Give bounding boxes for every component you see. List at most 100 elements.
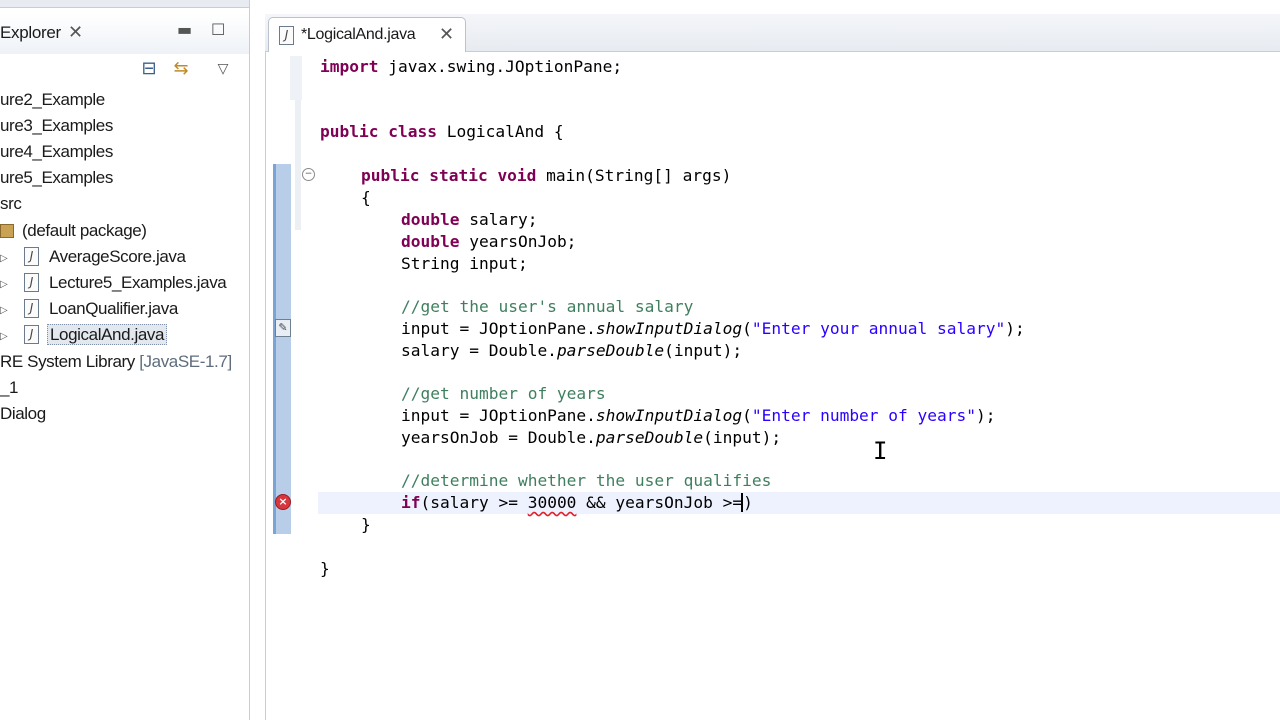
expand-arrow-icon[interactable]: ▷ bbox=[0, 253, 8, 264]
tree-item-java-file[interactable]: AverageScore.java bbox=[49, 245, 186, 269]
tree-item-label: src bbox=[0, 194, 22, 213]
package-icon bbox=[0, 224, 14, 238]
code-text: LogicalAnd { bbox=[436, 122, 564, 141]
code-text: ( bbox=[742, 319, 752, 338]
code-line[interactable]: input = JOptionPane.showInputDialog("Ent… bbox=[401, 318, 1025, 340]
comment: //determine whether the user qualifies bbox=[401, 471, 772, 490]
tree-item-project[interactable]: ure5_Examples bbox=[0, 166, 113, 190]
java-file-icon: J bbox=[279, 26, 294, 45]
code-text: main(String[] args) bbox=[536, 166, 732, 185]
code-line[interactable]: //determine whether the user qualifies bbox=[401, 470, 771, 492]
tree-item-label: AverageScore.java bbox=[49, 247, 186, 266]
keyword: double bbox=[401, 210, 460, 229]
code-text: yearsOnJob = Double. bbox=[401, 428, 596, 447]
tree-item-java-file[interactable]: LoanQualifier.java bbox=[49, 297, 178, 321]
link-with-editor-icon[interactable]: ⇆ bbox=[170, 58, 192, 80]
minimize-icon[interactable]: ▬ bbox=[177, 20, 192, 39]
explorer-top-border bbox=[0, 0, 249, 8]
close-icon[interactable]: ✕ bbox=[68, 22, 83, 43]
string-literal: "Enter number of years" bbox=[751, 406, 977, 425]
code-line[interactable]: } bbox=[361, 514, 371, 536]
static-method: parseDouble bbox=[556, 341, 665, 360]
code-text: (input); bbox=[703, 428, 782, 447]
tree-item-src-folder[interactable]: src bbox=[0, 192, 22, 216]
tree-item-java-file[interactable]: Lecture5_Examples.java bbox=[49, 271, 227, 295]
tree-item-project[interactable]: ure3_Examples bbox=[0, 114, 113, 138]
package-explorer: Explorer ✕ ▬ ☐ ⊟ ⇆ ▽ ure2_Example ure3_E… bbox=[0, 0, 250, 720]
java-file-icon: J bbox=[24, 273, 39, 292]
expand-arrow-icon[interactable]: ▷ bbox=[0, 279, 8, 290]
code-line[interactable]: import javax.swing.JOptionPane; bbox=[320, 56, 622, 78]
code-text: javax.swing.JOptionPane; bbox=[378, 57, 623, 76]
code-line[interactable]: double salary; bbox=[401, 209, 537, 231]
tree-item-label: Dialog bbox=[0, 404, 46, 423]
tree-item-label: (default package) bbox=[22, 221, 147, 240]
code-text: ( bbox=[742, 406, 752, 425]
code-line[interactable]: public class LogicalAnd { bbox=[320, 121, 564, 143]
code-line[interactable]: String input; bbox=[401, 253, 528, 275]
code-line[interactable]: { bbox=[361, 187, 371, 209]
tree-item-java-file-selected[interactable]: LogicalAnd.java bbox=[47, 323, 168, 347]
tree-item-label: Lecture5_Examples.java bbox=[49, 273, 227, 292]
collapse-all-icon[interactable]: ⊟ bbox=[138, 58, 160, 80]
java-file-icon: J bbox=[24, 299, 39, 318]
tree-item-label: RE System Library bbox=[0, 352, 140, 371]
tree-item-label: ure5_Examples bbox=[0, 168, 113, 187]
code-line[interactable]: yearsOnJob = Double.parseDouble(input); bbox=[401, 427, 781, 449]
code-line[interactable]: public static void main(String[] args) bbox=[361, 165, 731, 187]
tree-item-label: LoanQualifier.java bbox=[49, 299, 178, 318]
code-text: (input); bbox=[664, 341, 743, 360]
gutter-shade bbox=[290, 56, 302, 100]
code-line-current[interactable]: if(salary >= 30000 && yearsOnJob >=) bbox=[401, 492, 753, 514]
tree-item-project[interactable]: ure2_Example bbox=[0, 88, 105, 112]
code-text: input = JOptionPane. bbox=[401, 406, 596, 425]
caret-paren: ) bbox=[741, 493, 753, 512]
code-line[interactable]: //get the user's annual salary bbox=[401, 296, 693, 318]
editor-tab-label: *LogicalAnd.java bbox=[301, 26, 416, 43]
expand-arrow-icon[interactable]: ▷ bbox=[0, 331, 8, 342]
expand-arrow-icon[interactable]: ▷ bbox=[0, 305, 8, 316]
error-underlined-text: 30000 bbox=[527, 493, 577, 512]
code-line[interactable]: //get number of years bbox=[401, 383, 606, 405]
explorer-tab-title[interactable]: Explorer bbox=[0, 23, 61, 43]
tree-item-project[interactable]: Dialog bbox=[0, 402, 46, 426]
keyword: double bbox=[401, 232, 460, 251]
editor-tab[interactable]: J *LogicalAnd.java ✕ bbox=[268, 17, 466, 53]
change-ruler bbox=[273, 164, 291, 534]
tree-item-label: ure3_Examples bbox=[0, 116, 113, 135]
code-text: yearsOnJob; bbox=[459, 232, 577, 251]
code-line[interactable]: input = JOptionPane.showInputDialog("Ent… bbox=[401, 405, 996, 427]
tree-item-jre-library[interactable]: RE System Library [JavaSE-1.7] bbox=[0, 350, 232, 374]
code-line[interactable]: } bbox=[320, 558, 330, 580]
maximize-icon[interactable]: ☐ bbox=[211, 20, 225, 39]
code-text: ); bbox=[1005, 319, 1025, 338]
code-line[interactable]: salary = Double.parseDouble(input); bbox=[401, 340, 742, 362]
code-text: input = JOptionPane. bbox=[401, 319, 596, 338]
tree-item-label: _1 bbox=[0, 378, 19, 397]
code-text: salary = Double. bbox=[401, 341, 557, 360]
keyword: if bbox=[401, 493, 421, 512]
error-icon[interactable]: × bbox=[275, 494, 291, 510]
tree-item-label: LogicalAnd.java bbox=[47, 324, 168, 345]
code-text: ); bbox=[976, 406, 996, 425]
comment: //get number of years bbox=[401, 384, 606, 403]
tree-item-label: ure2_Example bbox=[0, 90, 105, 109]
collapse-fold-icon[interactable]: − bbox=[302, 168, 315, 181]
string-literal: "Enter your annual salary" bbox=[751, 319, 1006, 338]
tree-item-project[interactable]: ure4_Examples bbox=[0, 140, 113, 164]
keyword: public static void bbox=[361, 166, 537, 185]
tree-item-label: ure4_Examples bbox=[0, 142, 113, 161]
i-beam-cursor-icon: I bbox=[873, 437, 888, 465]
code-text: } bbox=[361, 515, 371, 534]
comment: //get the user's annual salary bbox=[401, 297, 694, 316]
close-icon[interactable]: ✕ bbox=[439, 24, 454, 45]
java-file-icon: J bbox=[24, 325, 39, 344]
view-menu-icon[interactable]: ▽ bbox=[212, 58, 234, 80]
tree-item-default-package[interactable]: (default package) bbox=[22, 219, 147, 243]
quick-diff-marker-icon: ✎ bbox=[275, 319, 291, 337]
static-method: showInputDialog bbox=[595, 319, 743, 338]
code-text: } bbox=[320, 559, 330, 578]
static-method: showInputDialog bbox=[595, 406, 743, 425]
code-line[interactable]: double yearsOnJob; bbox=[401, 231, 576, 253]
tree-item-project[interactable]: _1 bbox=[0, 376, 19, 400]
